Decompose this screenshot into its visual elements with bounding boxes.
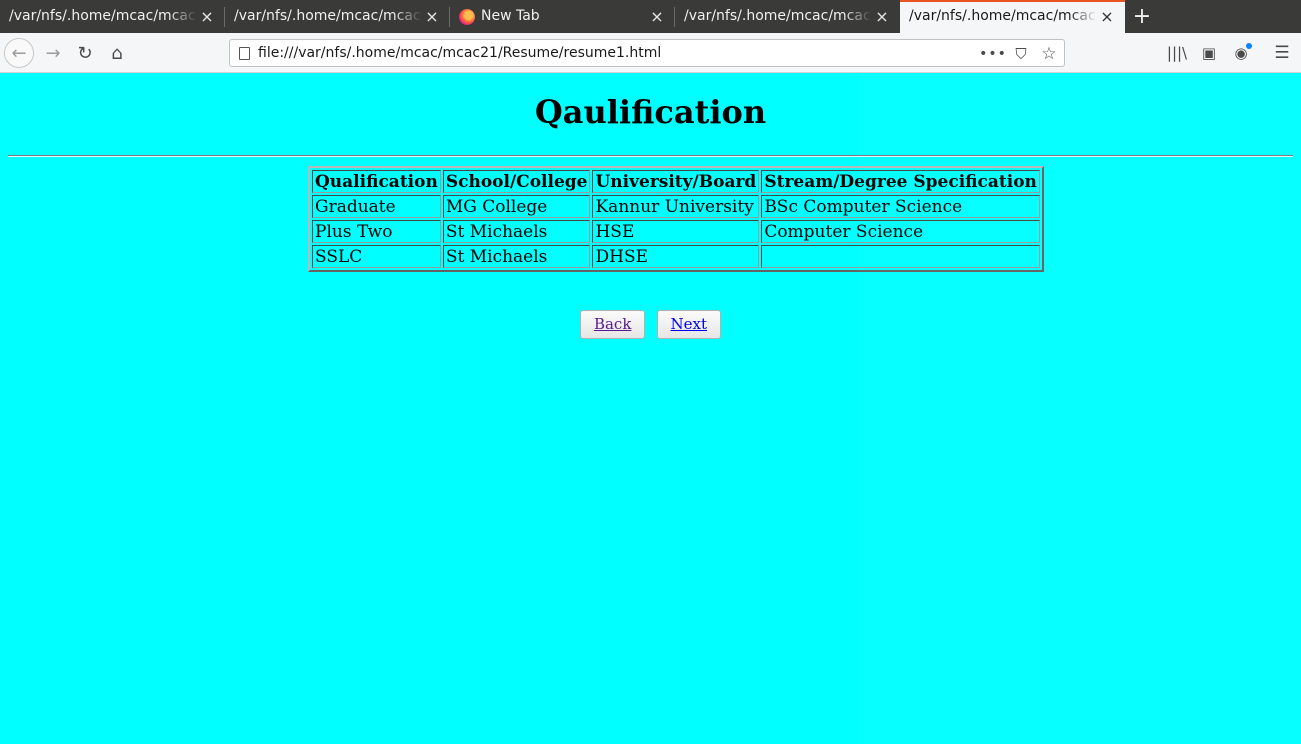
table-cell: MG College [442, 195, 591, 218]
table-row: Plus Two St Michaels HSE Computer Scienc… [312, 220, 1040, 243]
tab-title: /var/nfs/.home/mcac/mcac21/Resume/index.… [9, 8, 197, 24]
back-arrow-icon[interactable]: ← [4, 38, 34, 68]
bookmark-star-icon[interactable]: ☆ [1038, 43, 1060, 65]
url-bar[interactable]: file:///var/nfs/.home/mcac/mcac21/Resume… [229, 39, 1065, 67]
table-cell [761, 245, 1040, 268]
firefox-icon [459, 8, 475, 25]
close-tab-icon[interactable]: × [422, 7, 442, 26]
tab-title: /var/nfs/.home/mcac/mcac21/Resume/resume… [234, 8, 422, 24]
tab-resume-html[interactable]: /var/nfs/.home/mcac/mcac21/Resume/resume… [225, 0, 450, 33]
table-cell: Graduate [312, 195, 441, 218]
next-link[interactable]: Next [671, 315, 708, 333]
table-header-row: Qualification School/College University/… [312, 170, 1040, 193]
hamburger-menu-icon[interactable]: ☰ [1268, 39, 1296, 67]
close-tab-icon[interactable]: × [1097, 7, 1117, 26]
page-icon [239, 47, 250, 60]
column-header: Stream/Degree Specification [761, 170, 1040, 193]
tab-title: /var/nfs/.home/mcac/mcac21/Resume/resume… [909, 8, 1097, 24]
tab-strip: /var/nfs/.home/mcac/mcac21/Resume/index.… [0, 0, 1301, 33]
qualification-table: Qualification School/College University/… [308, 166, 1044, 272]
table-cell: Kannur University [592, 195, 760, 218]
close-tab-icon[interactable]: × [872, 7, 892, 26]
next-button[interactable]: Next [656, 310, 722, 339]
page-content: Qaulification Qualification School/Colle… [0, 74, 1301, 744]
account-icon[interactable]: ◉ [1227, 39, 1255, 67]
new-tab-button[interactable]: + [1125, 0, 1159, 33]
forward-arrow-icon[interactable]: → [38, 38, 68, 68]
tab-index-html[interactable]: /var/nfs/.home/mcac/mcac21/Resume/index.… [0, 0, 225, 33]
page-title: Qaulification [534, 93, 767, 131]
navigation-toolbar: ← → ↻ ⌂ file:///var/nfs/.home/mcac/mcac2… [0, 33, 1301, 73]
table-cell: St Michaels [442, 245, 591, 268]
home-icon[interactable]: ⌂ [102, 38, 132, 68]
close-tab-icon[interactable]: × [647, 7, 667, 26]
table-cell: SSLC [312, 245, 441, 268]
table-cell: HSE [592, 220, 760, 243]
close-tab-icon[interactable]: × [197, 7, 217, 26]
tab-new-tab[interactable]: New Tab × [450, 0, 675, 33]
reload-icon[interactable]: ↻ [70, 38, 100, 68]
sidebar-icon[interactable]: ▣ [1195, 39, 1223, 67]
table-cell: Plus Two [312, 220, 441, 243]
table-cell: DHSE [592, 245, 760, 268]
tab-index-html-2[interactable]: /var/nfs/.home/mcac/mcac21/Resume/index.… [675, 0, 900, 33]
table-cell: BSc Computer Science [761, 195, 1040, 218]
back-link[interactable]: Back [594, 315, 631, 333]
pocket-icon[interactable]: ⛉ [1010, 43, 1032, 65]
column-header: School/College [442, 170, 591, 193]
url-text[interactable]: file:///var/nfs/.home/mcac/mcac21/Resume… [258, 45, 661, 61]
tab-title: New Tab [481, 8, 540, 24]
table-row: Graduate MG College Kannur University BS… [312, 195, 1040, 218]
tab-resume1-html[interactable]: /var/nfs/.home/mcac/mcac21/Resume/resume… [900, 0, 1125, 33]
table-cell: Computer Science [761, 220, 1040, 243]
column-header: University/Board [592, 170, 760, 193]
horizontal-rule [8, 155, 1293, 157]
page-actions-icon[interactable]: ••• [979, 43, 1006, 65]
table-cell: St Michaels [442, 220, 591, 243]
back-button[interactable]: Back [579, 310, 646, 339]
navigation-buttons: Back Next [0, 310, 1301, 339]
notification-dot [1246, 43, 1252, 49]
tab-title: /var/nfs/.home/mcac/mcac21/Resume/index.… [684, 8, 872, 24]
table-row: SSLC St Michaels DHSE [312, 245, 1040, 268]
column-header: Qualification [312, 170, 441, 193]
library-icon[interactable]: |||\ [1163, 39, 1191, 67]
